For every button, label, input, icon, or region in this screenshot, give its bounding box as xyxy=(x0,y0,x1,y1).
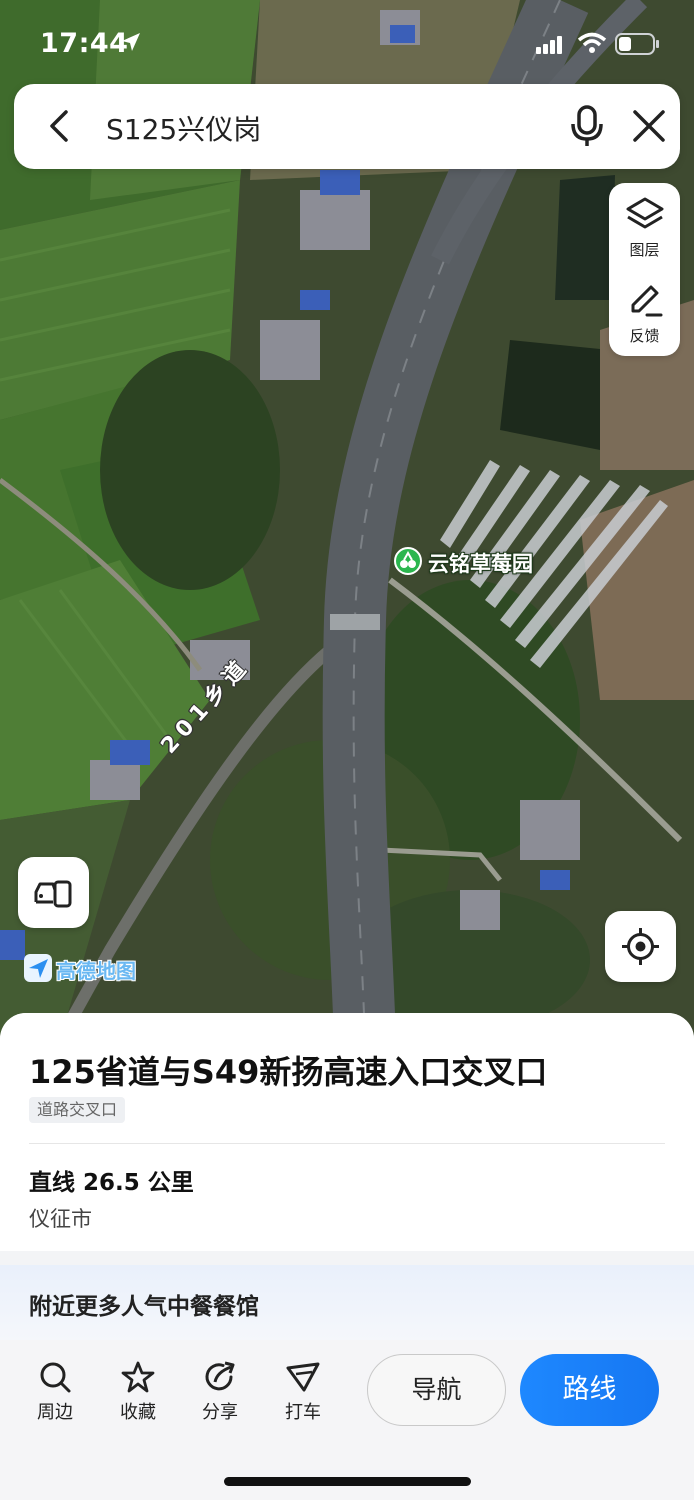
status-time: 17:44 xyxy=(40,28,129,59)
favorite-label: 收藏 xyxy=(120,1402,156,1423)
nearby-recommendation[interactable]: 附近更多人气中餐餐馆 xyxy=(0,1265,694,1340)
taxi-button[interactable]: 打车 xyxy=(268,1360,338,1430)
taxi-icon xyxy=(286,1362,320,1392)
distance-text: 直线 26.5 公里 xyxy=(29,1170,194,1196)
map-tools-panel: 图层 反馈 xyxy=(609,183,680,356)
share-label: 分享 xyxy=(202,1402,238,1423)
place-detail-sheet: 125省道与S49新扬高速入口交叉口 道路交叉口 直线 26.5 公里 仪征市 … xyxy=(0,1013,694,1500)
action-bar: 周边 收藏 分享 打车 导航 路线 xyxy=(0,1340,694,1500)
nearby-button[interactable]: 周边 xyxy=(20,1360,90,1430)
divider xyxy=(29,1143,665,1144)
crosshair-icon xyxy=(622,928,659,965)
traffic-car-button[interactable] xyxy=(18,857,89,928)
place-card[interactable]: 125省道与S49新扬高速入口交叉口 道路交叉口 直线 26.5 公里 仪征市 xyxy=(0,1013,694,1251)
amap-logo-text: 高德地图 xyxy=(56,959,136,983)
battery-icon xyxy=(615,33,659,55)
layers-icon xyxy=(626,197,664,229)
place-title: 125省道与S49新扬高速入口交叉口 xyxy=(29,1053,548,1091)
nearby-text: 附近更多人气中餐餐馆 xyxy=(29,1294,259,1320)
navigate-button[interactable]: 导航 xyxy=(367,1354,506,1426)
edit-pencil-icon xyxy=(631,285,663,317)
close-icon[interactable] xyxy=(629,106,669,146)
amap-logo-icon xyxy=(24,954,52,982)
poi-label: 云铭草莓园 xyxy=(428,552,533,576)
wifi-icon xyxy=(577,32,607,53)
favorite-button[interactable]: 收藏 xyxy=(103,1360,173,1430)
location-arrow-icon xyxy=(122,33,140,51)
city-text: 仪征市 xyxy=(29,1207,92,1231)
share-icon xyxy=(205,1361,235,1391)
microphone-icon[interactable] xyxy=(567,104,607,148)
taxi-label: 打车 xyxy=(285,1402,321,1423)
share-button[interactable]: 分享 xyxy=(185,1360,255,1430)
route-button[interactable]: 路线 xyxy=(520,1354,659,1426)
search-query[interactable]: S125兴仪岗 xyxy=(106,108,261,148)
cellular-signal-icon xyxy=(536,36,562,54)
star-icon xyxy=(121,1361,155,1393)
feedback-label: 反馈 xyxy=(629,327,660,345)
search-icon xyxy=(40,1362,71,1393)
locate-me-button[interactable] xyxy=(605,911,676,982)
feedback-button[interactable]: 反馈 xyxy=(609,269,680,355)
back-icon[interactable] xyxy=(40,106,80,146)
place-type-tag: 道路交叉口 xyxy=(29,1097,126,1123)
nearby-label: 周边 xyxy=(37,1402,73,1423)
status-bar: 17:44 xyxy=(0,0,694,84)
home-indicator[interactable] xyxy=(224,1477,471,1486)
layers-label: 图层 xyxy=(629,241,660,259)
car-phone-icon xyxy=(34,880,72,908)
search-bar[interactable]: S125兴仪岗 xyxy=(14,84,680,169)
layers-button[interactable]: 图层 xyxy=(609,183,680,269)
strawberry-icon xyxy=(394,547,422,575)
